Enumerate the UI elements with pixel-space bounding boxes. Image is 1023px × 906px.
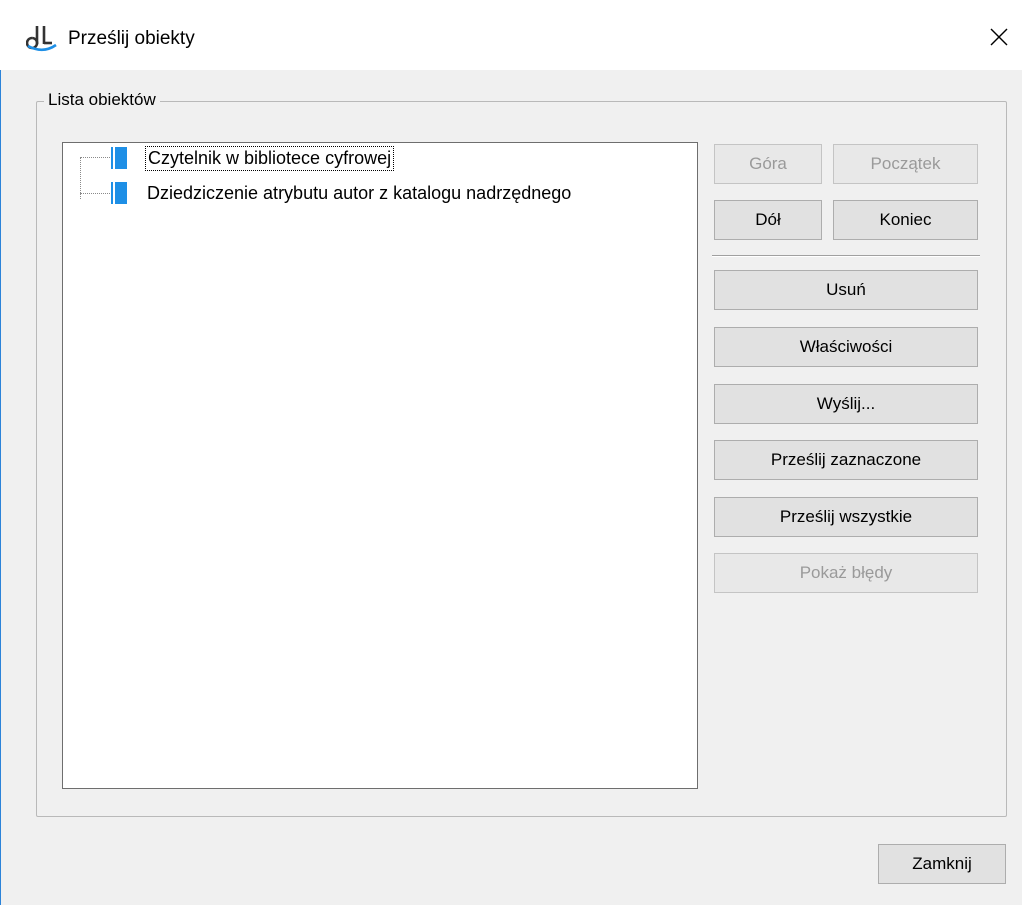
tree-item-label: Dziedziczenie atrybutu autor z katalogu … [147,182,572,203]
tree-connector [80,157,110,158]
groupbox-legend: Lista obiektów [44,90,160,110]
tree-item[interactable]: Dziedziczenie atrybutu autor z katalogu … [111,179,573,207]
objects-tree[interactable]: Czytelnik w bibliotece cyfrowej Dziedzic… [62,142,698,789]
upload-all-button[interactable]: Prześlij wszystkie [714,497,978,537]
move-down-button[interactable]: Dół [714,200,822,240]
tree-connector [80,193,110,194]
properties-button[interactable]: Właściwości [714,327,978,367]
title-bar: Prześlij obiekty [0,0,1023,70]
window-title: Prześlij obiekty [68,28,195,49]
document-icon [111,182,127,204]
close-button[interactable] [976,14,1022,60]
tree-item[interactable]: Czytelnik w bibliotece cyfrowej [111,144,395,172]
move-up-button[interactable]: Góra [714,144,822,184]
button-separator [712,255,980,257]
app-logo-icon [26,26,57,52]
show-errors-button[interactable]: Pokaż błędy [714,553,978,593]
upload-selected-button[interactable]: Prześlij zaznaczone [714,440,978,480]
close-dialog-button[interactable]: Zamknij [878,844,1006,884]
move-to-end-button[interactable]: Koniec [833,200,978,240]
close-icon [990,28,1008,46]
send-button[interactable]: Wyślij... [714,384,978,424]
move-to-start-button[interactable]: Początek [833,144,978,184]
delete-button[interactable]: Usuń [714,270,978,310]
document-icon [111,147,127,169]
tree-item-label: Czytelnik w bibliotece cyfrowej [145,145,395,171]
